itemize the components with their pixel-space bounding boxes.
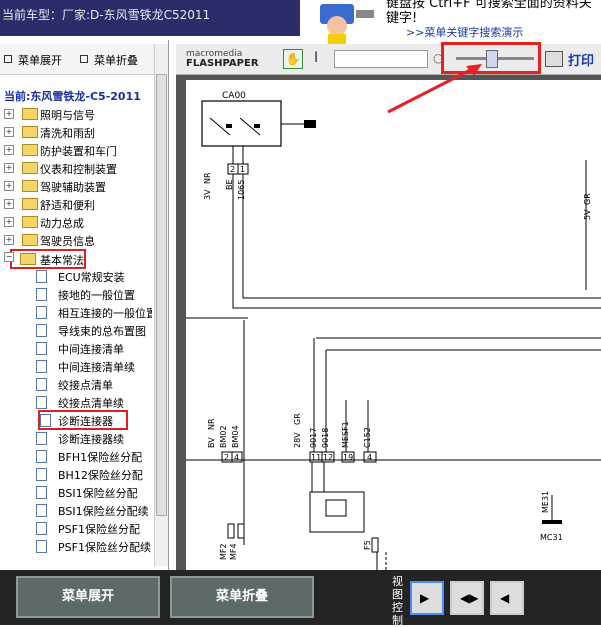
collapse-icon[interactable]: − [4, 252, 14, 262]
svg-text:3V: 3V [203, 189, 212, 200]
svg-text:F5: F5 [363, 540, 372, 550]
svg-text:4: 4 [234, 453, 239, 462]
wiring-diagram-page: CA00 2 1 3V NR BE 1065 5V GR 2 4 BV NR B… [186, 80, 601, 570]
text-select-icon[interactable]: I [314, 50, 318, 66]
mascot-image [300, 0, 382, 44]
expand-menu-button[interactable]: 菜单展开 [16, 576, 160, 618]
svg-text:2: 2 [224, 453, 229, 462]
svg-text:4: 4 [367, 453, 372, 462]
tree-doc[interactable]: 相互连接的一般位置 [36, 304, 152, 320]
svg-text:GR: GR [583, 193, 592, 205]
tree-doc[interactable]: BSI1保险丝分配续 [36, 502, 152, 518]
svg-text:19: 19 [343, 453, 353, 462]
svg-text:9017: 9017 [309, 428, 318, 448]
tree-doc[interactable]: PSF1保险丝分配续 [36, 538, 152, 554]
tab-menu-collapse[interactable]: 菜单折叠 [80, 52, 138, 68]
view-left-button[interactable]: ▶ [410, 581, 444, 615]
svg-text:2: 2 [230, 165, 235, 174]
menu-scroll-thumb[interactable] [156, 74, 167, 516]
svg-text:MC31: MC31 [540, 533, 563, 542]
key-icon [304, 120, 316, 128]
svg-text:1065: 1065 [237, 180, 246, 200]
search-demo-link[interactable]: >>菜单关键字搜索演示 [406, 24, 523, 40]
svg-text:12: 12 [323, 453, 333, 462]
svg-text:BM02: BM02 [219, 425, 228, 448]
arrow-left-icon: ◀ [500, 591, 510, 605]
search-tip-text: 键盘按 Ctrl+F 可搜索全面的资料关键字! [386, 0, 592, 26]
svg-text:28V: 28V [293, 432, 302, 448]
top-title-bar: 当前车型：厂家:D-东风雪铁龙C52011 [0, 0, 300, 36]
current-car-title: 当前:东风雪铁龙-C5-2011 [4, 90, 141, 103]
print-icon[interactable] [545, 51, 563, 67]
svg-text:MF2: MF2 [219, 543, 228, 560]
ca00-label: CA00 [222, 91, 246, 101]
svg-text:9018: 9018 [321, 428, 330, 448]
car-model-label: 当前车型：厂家:D-东风雪铁龙C52011 [2, 8, 211, 22]
svg-text:BV: BV [207, 437, 216, 448]
hand-tool-icon[interactable]: ✋ [283, 49, 303, 69]
red-arrow-annotation [387, 64, 482, 114]
view-control-label: 视图控制 [392, 575, 403, 627]
tab-menu-expand[interactable]: 菜单展开 [4, 52, 62, 68]
svg-text:GR: GR [293, 413, 302, 425]
search-tip-panel: 键盘按 Ctrl+F 可搜索全面的资料关键字! >>菜单关键字搜索演示 [384, 0, 601, 44]
svg-text:5V: 5V [583, 209, 592, 220]
flashpaper-logo: macromedia FLASHPAPER [186, 49, 259, 69]
tree-doc-selected[interactable]: 诊断连接器 [38, 410, 128, 430]
svg-text:1: 1 [240, 165, 245, 174]
svg-text:NR: NR [203, 172, 212, 184]
view-right-button[interactable]: ◀ [490, 581, 524, 615]
view-split-button[interactable]: ◀▶ [450, 581, 484, 615]
svg-text:BM04: BM04 [231, 425, 240, 448]
svg-text:11: 11 [311, 453, 321, 462]
svg-text:MF4: MF4 [229, 543, 238, 560]
arrow-right-icon: ▶ [420, 591, 430, 605]
svg-text:ME31: ME31 [541, 491, 550, 513]
print-button[interactable]: 打印 [568, 50, 594, 69]
collapse-menu-button[interactable]: 菜单折叠 [170, 576, 314, 618]
tree-folder-open[interactable]: 基本常法 [10, 249, 86, 269]
svg-text:NR: NR [207, 418, 216, 430]
split-arrows-icon: ◀▶ [460, 591, 479, 605]
menu-tabs: 菜单展开 菜单折叠 [0, 44, 168, 75]
wiring-diagram: CA00 2 1 3V NR BE 1065 5V GR 2 4 BV NR B… [186, 91, 601, 570]
